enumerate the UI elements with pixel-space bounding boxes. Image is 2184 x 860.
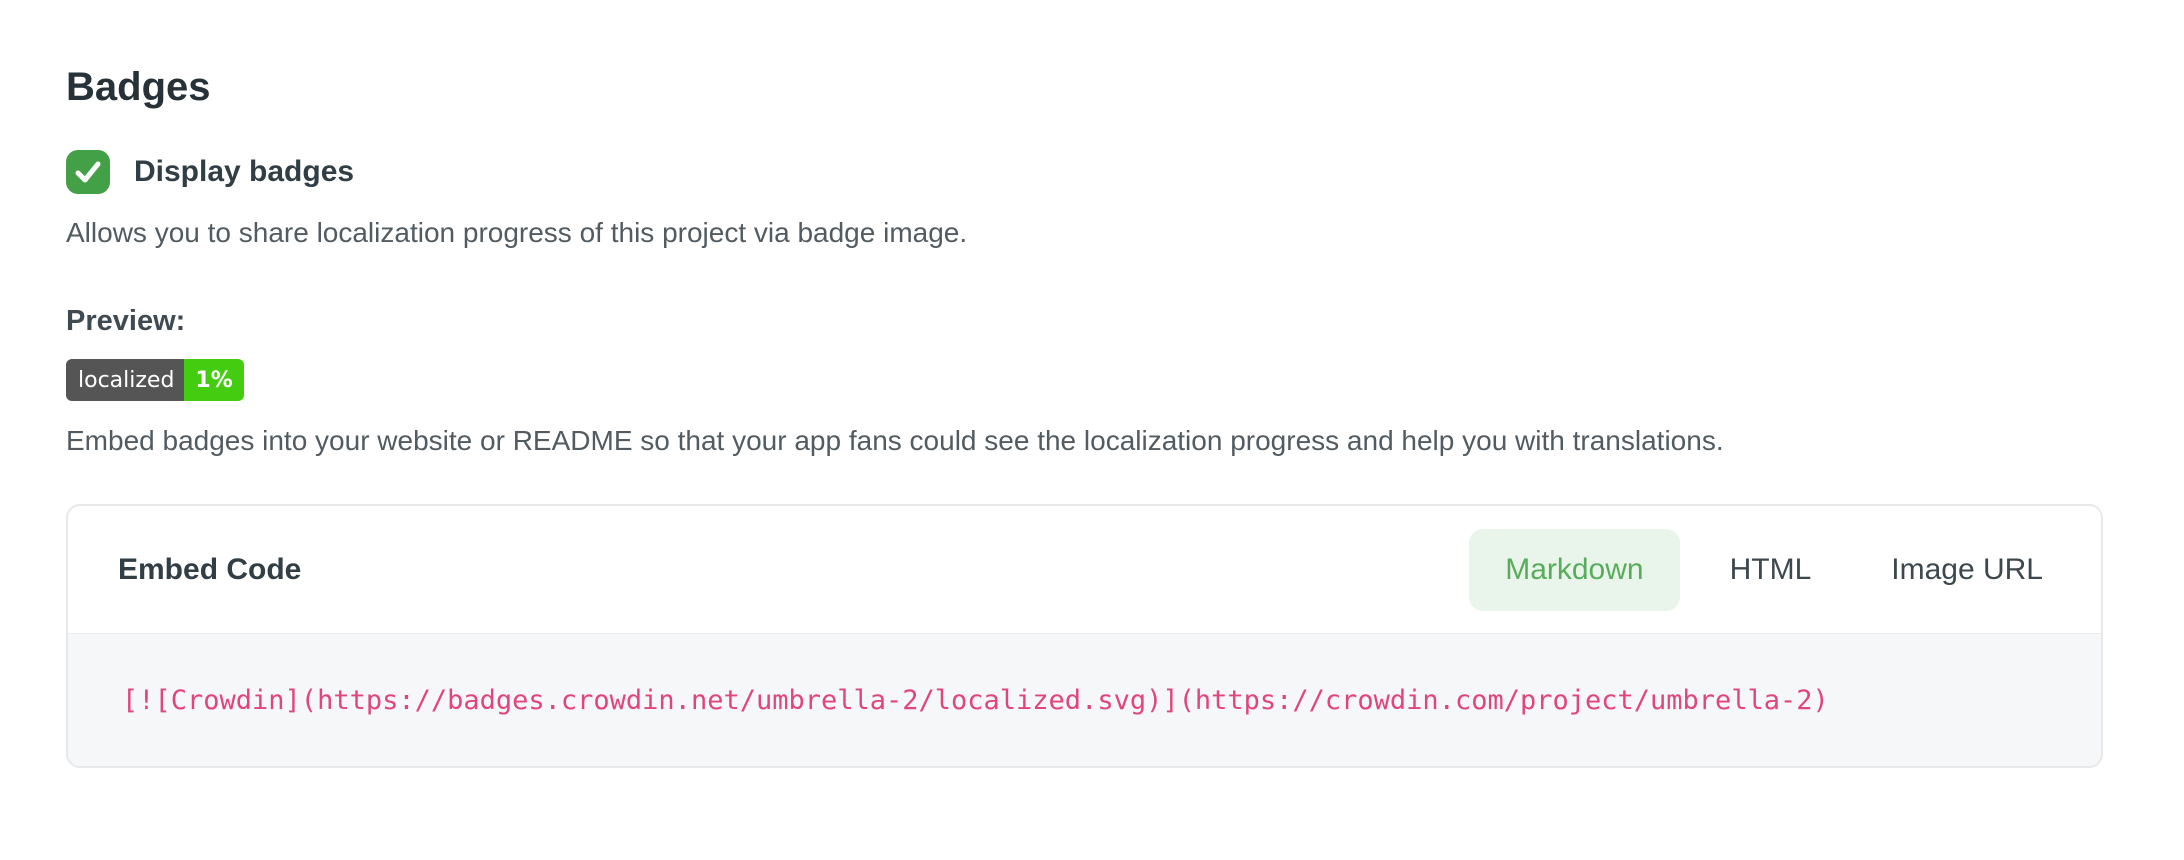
- embed-card-header: Embed Code Markdown HTML Image URL: [68, 506, 2101, 634]
- tab-html[interactable]: HTML: [1700, 529, 1842, 611]
- localization-badge: localized 1%: [66, 359, 244, 401]
- badges-description: Allows you to share localization progres…: [66, 214, 2103, 252]
- embed-code-snippet[interactable]: [![Crowdin](https://badges.crowdin.net/u…: [122, 685, 1829, 716]
- embed-format-tabs: Markdown HTML Image URL: [1469, 529, 2073, 611]
- embed-code-card: Embed Code Markdown HTML Image URL [![Cr…: [66, 504, 2103, 768]
- checkmark-icon: [73, 157, 103, 187]
- tab-image-url[interactable]: Image URL: [1861, 529, 2073, 611]
- page-title: Badges: [66, 64, 2103, 110]
- embed-hint-text: Embed badges into your website or README…: [66, 422, 2103, 460]
- preview-label: Preview:: [66, 304, 2103, 338]
- embed-code-area[interactable]: [![Crowdin](https://badges.crowdin.net/u…: [68, 634, 2101, 766]
- badge-label: localized: [66, 359, 184, 401]
- display-badges-label: Display badges: [134, 155, 354, 189]
- display-badges-checkbox[interactable]: [66, 150, 110, 194]
- badge-value: 1%: [184, 359, 243, 401]
- tab-markdown[interactable]: Markdown: [1469, 529, 1679, 611]
- display-badges-row: Display badges: [66, 150, 2103, 194]
- badges-settings-section: Badges Display badges Allows you to shar…: [66, 64, 2103, 768]
- embed-code-title: Embed Code: [118, 553, 301, 587]
